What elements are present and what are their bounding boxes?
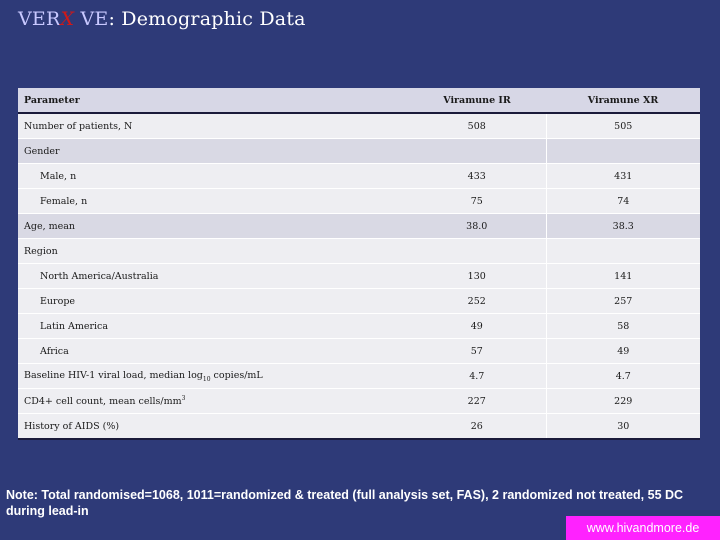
cell-viramune-xr: 505 bbox=[545, 113, 700, 139]
cell-viramune-xr: 431 bbox=[545, 163, 700, 189]
row-label: History of AIDS (%) bbox=[18, 413, 408, 440]
cell-viramune-ir: 75 bbox=[408, 188, 546, 214]
cell-viramune-xr: 49 bbox=[545, 338, 700, 364]
table-row: Gender bbox=[18, 138, 700, 164]
cell-viramune-ir bbox=[408, 138, 546, 164]
table-row: Latin America 49 58 bbox=[18, 313, 700, 339]
title-rest: : Demographic Data bbox=[108, 8, 306, 30]
table-row: Baseline HIV-1 viral load, median log10 … bbox=[18, 363, 700, 389]
demographic-table-container: Parameter Viramune IR Viramune XR Number… bbox=[18, 88, 700, 440]
cell-viramune-xr bbox=[545, 238, 700, 264]
table-body: Number of patients, N 508 505 Gender Male, n… bbox=[18, 113, 700, 440]
website-badge[interactable]: www.hivandmore.de bbox=[566, 516, 720, 540]
cell-viramune-xr: 257 bbox=[545, 288, 700, 314]
table-row: History of AIDS (%) 26 30 bbox=[18, 413, 700, 440]
row-label: Age, mean bbox=[18, 213, 408, 239]
row-label: Female, n bbox=[18, 188, 408, 214]
header-viramune-xr: Viramune XR bbox=[546, 88, 700, 114]
table-row: Europe 252 257 bbox=[18, 288, 700, 314]
cell-viramune-xr: 141 bbox=[545, 263, 700, 289]
cell-viramune-xr bbox=[545, 138, 700, 164]
cell-viramune-xr: 38.3 bbox=[545, 213, 700, 239]
row-label: Gender bbox=[18, 138, 408, 164]
row-label: Europe bbox=[18, 288, 408, 314]
table-row: Female, n 75 74 bbox=[18, 188, 700, 214]
cell-viramune-ir: 252 bbox=[408, 288, 546, 314]
cell-viramune-ir: 227 bbox=[408, 388, 546, 414]
header-parameter: Parameter bbox=[18, 88, 408, 114]
table-row: Region bbox=[18, 238, 700, 264]
table-row: Age, mean 38.0 38.3 bbox=[18, 213, 700, 239]
cell-viramune-ir: 433 bbox=[408, 163, 546, 189]
row-label: Male, n bbox=[18, 163, 408, 189]
cell-viramune-xr: 58 bbox=[545, 313, 700, 339]
cell-viramune-xr: 229 bbox=[545, 388, 700, 414]
row-label: Region bbox=[18, 238, 408, 264]
page-title: VERX VE: Demographic Data bbox=[18, 8, 306, 30]
demographic-table: Parameter Viramune IR Viramune XR Number… bbox=[18, 88, 700, 440]
row-label: Africa bbox=[18, 338, 408, 364]
cell-viramune-ir: 57 bbox=[408, 338, 546, 364]
cell-viramune-ir: 26 bbox=[408, 413, 546, 440]
cell-viramune-ir bbox=[408, 238, 546, 264]
table-row: CD4+ cell count, mean cells/mm3 227 229 bbox=[18, 388, 700, 414]
cell-viramune-ir: 4.7 bbox=[408, 363, 546, 389]
title-brand-suffix: VE bbox=[74, 8, 109, 30]
table-row: Male, n 433 431 bbox=[18, 163, 700, 189]
row-label: CD4+ cell count, mean cells/mm3 bbox=[18, 388, 408, 414]
cell-viramune-ir: 49 bbox=[408, 313, 546, 339]
title-brand-prefix: VER bbox=[18, 8, 61, 30]
row-label: Latin America bbox=[18, 313, 408, 339]
title-brand-x: X bbox=[60, 8, 75, 30]
cell-viramune-ir: 130 bbox=[408, 263, 546, 289]
table-row: North America/Australia 130 141 bbox=[18, 263, 700, 289]
cell-viramune-xr: 4.7 bbox=[545, 363, 700, 389]
cell-viramune-ir: 508 bbox=[408, 113, 546, 139]
row-label: Baseline HIV-1 viral load, median log10 … bbox=[18, 363, 408, 389]
row-label: Number of patients, N bbox=[18, 113, 408, 139]
cell-viramune-ir: 38.0 bbox=[408, 213, 546, 239]
table-header-row: Parameter Viramune IR Viramune XR bbox=[18, 88, 700, 114]
table-row: Number of patients, N 508 505 bbox=[18, 113, 700, 139]
footnote: Note: Total randomised=1068, 1011=random… bbox=[6, 488, 684, 518]
cell-viramune-xr: 30 bbox=[545, 413, 700, 440]
table-row: Africa 57 49 bbox=[18, 338, 700, 364]
row-label: North America/Australia bbox=[18, 263, 408, 289]
header-viramune-ir: Viramune IR bbox=[408, 88, 546, 114]
cell-viramune-xr: 74 bbox=[545, 188, 700, 214]
